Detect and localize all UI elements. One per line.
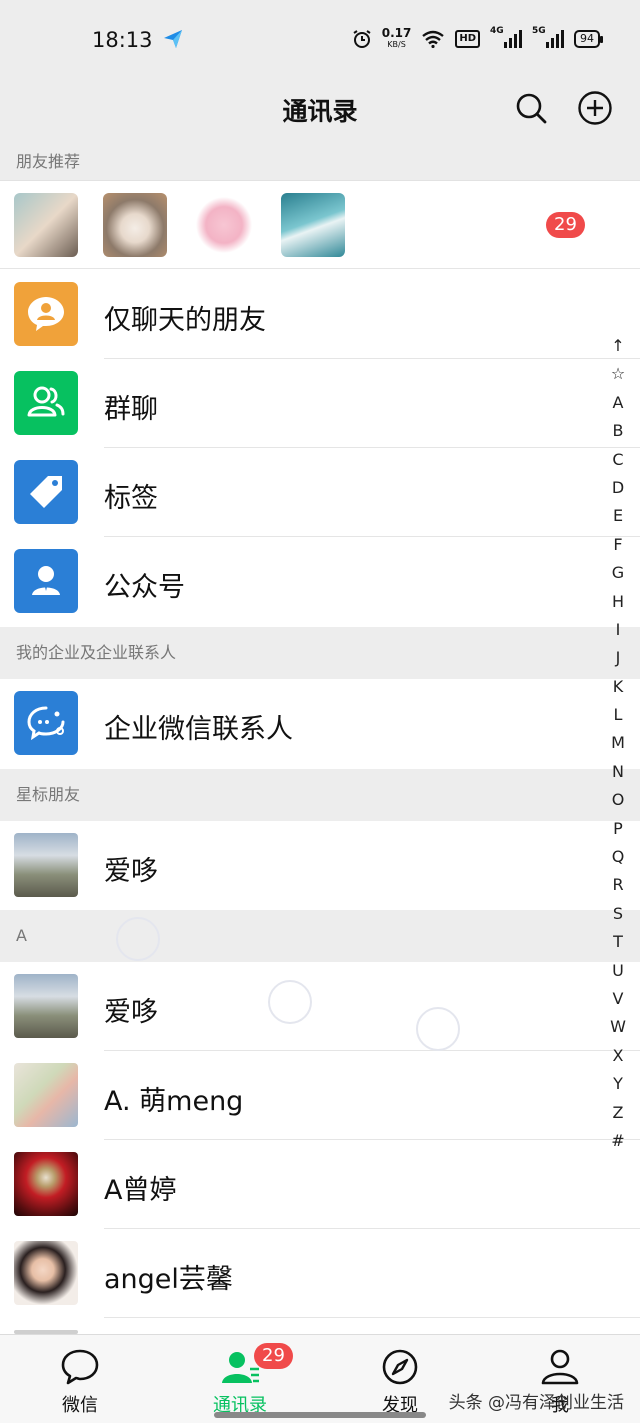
menu-label: 仅聊天的朋友: [104, 305, 266, 336]
menu-label: 企业微信联系人: [104, 714, 293, 745]
signal-5g-icon: 5G: [532, 26, 564, 48]
friend-recommendations[interactable]: 29: [0, 180, 640, 269]
index-letter[interactable]: B: [606, 417, 630, 445]
wecom-icon: [14, 691, 78, 755]
index-letter[interactable]: K: [606, 673, 630, 701]
alphabet-index[interactable]: ↑ ☆ A B C D E F G H I J K L M N O P Q R S T U V W X Y Z #: [606, 332, 630, 1155]
index-letter[interactable]: X: [606, 1042, 630, 1070]
index-letter[interactable]: O: [606, 786, 630, 814]
index-letter[interactable]: I: [606, 616, 630, 644]
contact-row[interactable]: 爱哆: [0, 821, 640, 910]
menu-chat-only-friends[interactable]: 仅聊天的朋友: [0, 270, 640, 359]
contacts-badge: 29: [254, 1343, 293, 1369]
home-indicator[interactable]: [214, 1412, 426, 1418]
index-letter[interactable]: N: [606, 758, 630, 786]
index-letter[interactable]: D: [606, 474, 630, 502]
status-bar: 18:13 0.17 KB/S HD 4G 5G 94: [0, 0, 640, 80]
recommend-avatar-3[interactable]: [192, 193, 256, 257]
contact-row[interactable]: angel芸馨: [0, 1229, 640, 1318]
contact-row[interactable]: A曾婷: [0, 1140, 640, 1229]
index-letter[interactable]: M: [606, 729, 630, 757]
menu-label: 公众号: [104, 572, 185, 603]
index-letter[interactable]: G: [606, 559, 630, 587]
contact-row[interactable]: 爱哆: [0, 962, 640, 1051]
contact-row[interactable]: A. 萌meng: [0, 1051, 640, 1140]
battery-icon: 94: [574, 30, 603, 48]
tab-chats[interactable]: 微信: [0, 1335, 160, 1423]
avatar: [14, 1063, 78, 1127]
index-letter[interactable]: E: [606, 502, 630, 530]
net-speed: 0.17 KB/S: [381, 26, 412, 49]
menu-wecom-contacts[interactable]: 企业微信联系人: [0, 679, 640, 768]
status-icons: 0.17 KB/S HD 4G 5G 94: [352, 26, 603, 50]
chat-icon: [61, 1349, 99, 1385]
tab-contacts[interactable]: 29 通讯录: [160, 1335, 320, 1423]
chat-bubble-icon: [14, 282, 78, 346]
app-notification-icon: [164, 30, 182, 48]
search-icon[interactable]: [513, 90, 549, 126]
index-letter[interactable]: T: [606, 928, 630, 956]
recommend-avatar-1[interactable]: [14, 193, 78, 257]
index-letter[interactable]: L: [606, 701, 630, 729]
watermark: 头条 @冯有泽创业生活: [448, 1393, 624, 1413]
contact-name: A曾婷: [104, 1175, 177, 1206]
contact-name: A. 萌meng: [104, 1086, 244, 1117]
section-enterprise: 我的企业及企业联系人: [0, 627, 640, 679]
official-account-icon: [14, 549, 78, 613]
contact-name: 爱哆: [104, 856, 158, 887]
index-letter[interactable]: P: [606, 815, 630, 843]
wifi-icon: [422, 30, 445, 48]
menu-label: 群聊: [104, 394, 158, 425]
avatar: [14, 1152, 78, 1216]
index-letter[interactable]: ↑: [606, 332, 630, 360]
index-letter[interactable]: A: [606, 389, 630, 417]
contact-name: 爱哆: [104, 997, 158, 1028]
index-letter[interactable]: H: [606, 588, 630, 616]
index-letter[interactable]: J: [606, 644, 630, 672]
status-time: 18:13: [92, 28, 153, 52]
index-letter[interactable]: Y: [606, 1070, 630, 1098]
section-letter-a: A: [0, 910, 640, 962]
header-bar: 通讯录: [0, 80, 640, 142]
tab-label: 微信: [62, 1395, 98, 1416]
touch-indicator: [268, 980, 312, 1024]
alarm-icon: [353, 30, 371, 48]
touch-indicator: [416, 1007, 460, 1051]
index-letter[interactable]: U: [606, 957, 630, 985]
index-letter[interactable]: Q: [606, 843, 630, 871]
touch-indicator: [116, 917, 160, 961]
avatar: [14, 974, 78, 1038]
recommend-avatar-2[interactable]: [103, 193, 167, 257]
group-icon: [14, 371, 78, 435]
index-letter[interactable]: R: [606, 871, 630, 899]
person-icon: [541, 1349, 579, 1385]
index-letter[interactable]: F: [606, 531, 630, 559]
index-letter[interactable]: C: [606, 446, 630, 474]
index-letter[interactable]: V: [606, 985, 630, 1013]
avatar: [14, 1241, 78, 1305]
section-starred: 星标朋友: [0, 769, 640, 821]
tag-icon: [14, 460, 78, 524]
hd-badge: HD: [455, 30, 480, 48]
index-letter[interactable]: Z: [606, 1099, 630, 1127]
divider: [0, 268, 640, 269]
menu-group-chats[interactable]: 群聊: [0, 359, 640, 448]
recommend-count-badge: 29: [546, 212, 585, 238]
add-icon[interactable]: [577, 90, 613, 126]
contact-row-partial: [0, 1318, 640, 1334]
menu-tags[interactable]: 标签: [0, 448, 640, 537]
compass-icon: [382, 1349, 418, 1385]
section-friends-recommend: 朋友推荐: [0, 142, 640, 180]
index-letter[interactable]: W: [606, 1013, 630, 1041]
menu-official-accounts[interactable]: 公众号: [0, 537, 640, 626]
index-letter[interactable]: ☆: [606, 360, 630, 388]
index-letter[interactable]: S: [606, 900, 630, 928]
avatar: [14, 833, 78, 897]
recommend-avatar-4[interactable]: [281, 193, 345, 257]
index-letter[interactable]: #: [606, 1127, 630, 1155]
contact-name: angel芸馨: [104, 1264, 233, 1295]
signal-4g-icon: 4G: [490, 26, 522, 48]
menu-label: 标签: [104, 483, 158, 514]
